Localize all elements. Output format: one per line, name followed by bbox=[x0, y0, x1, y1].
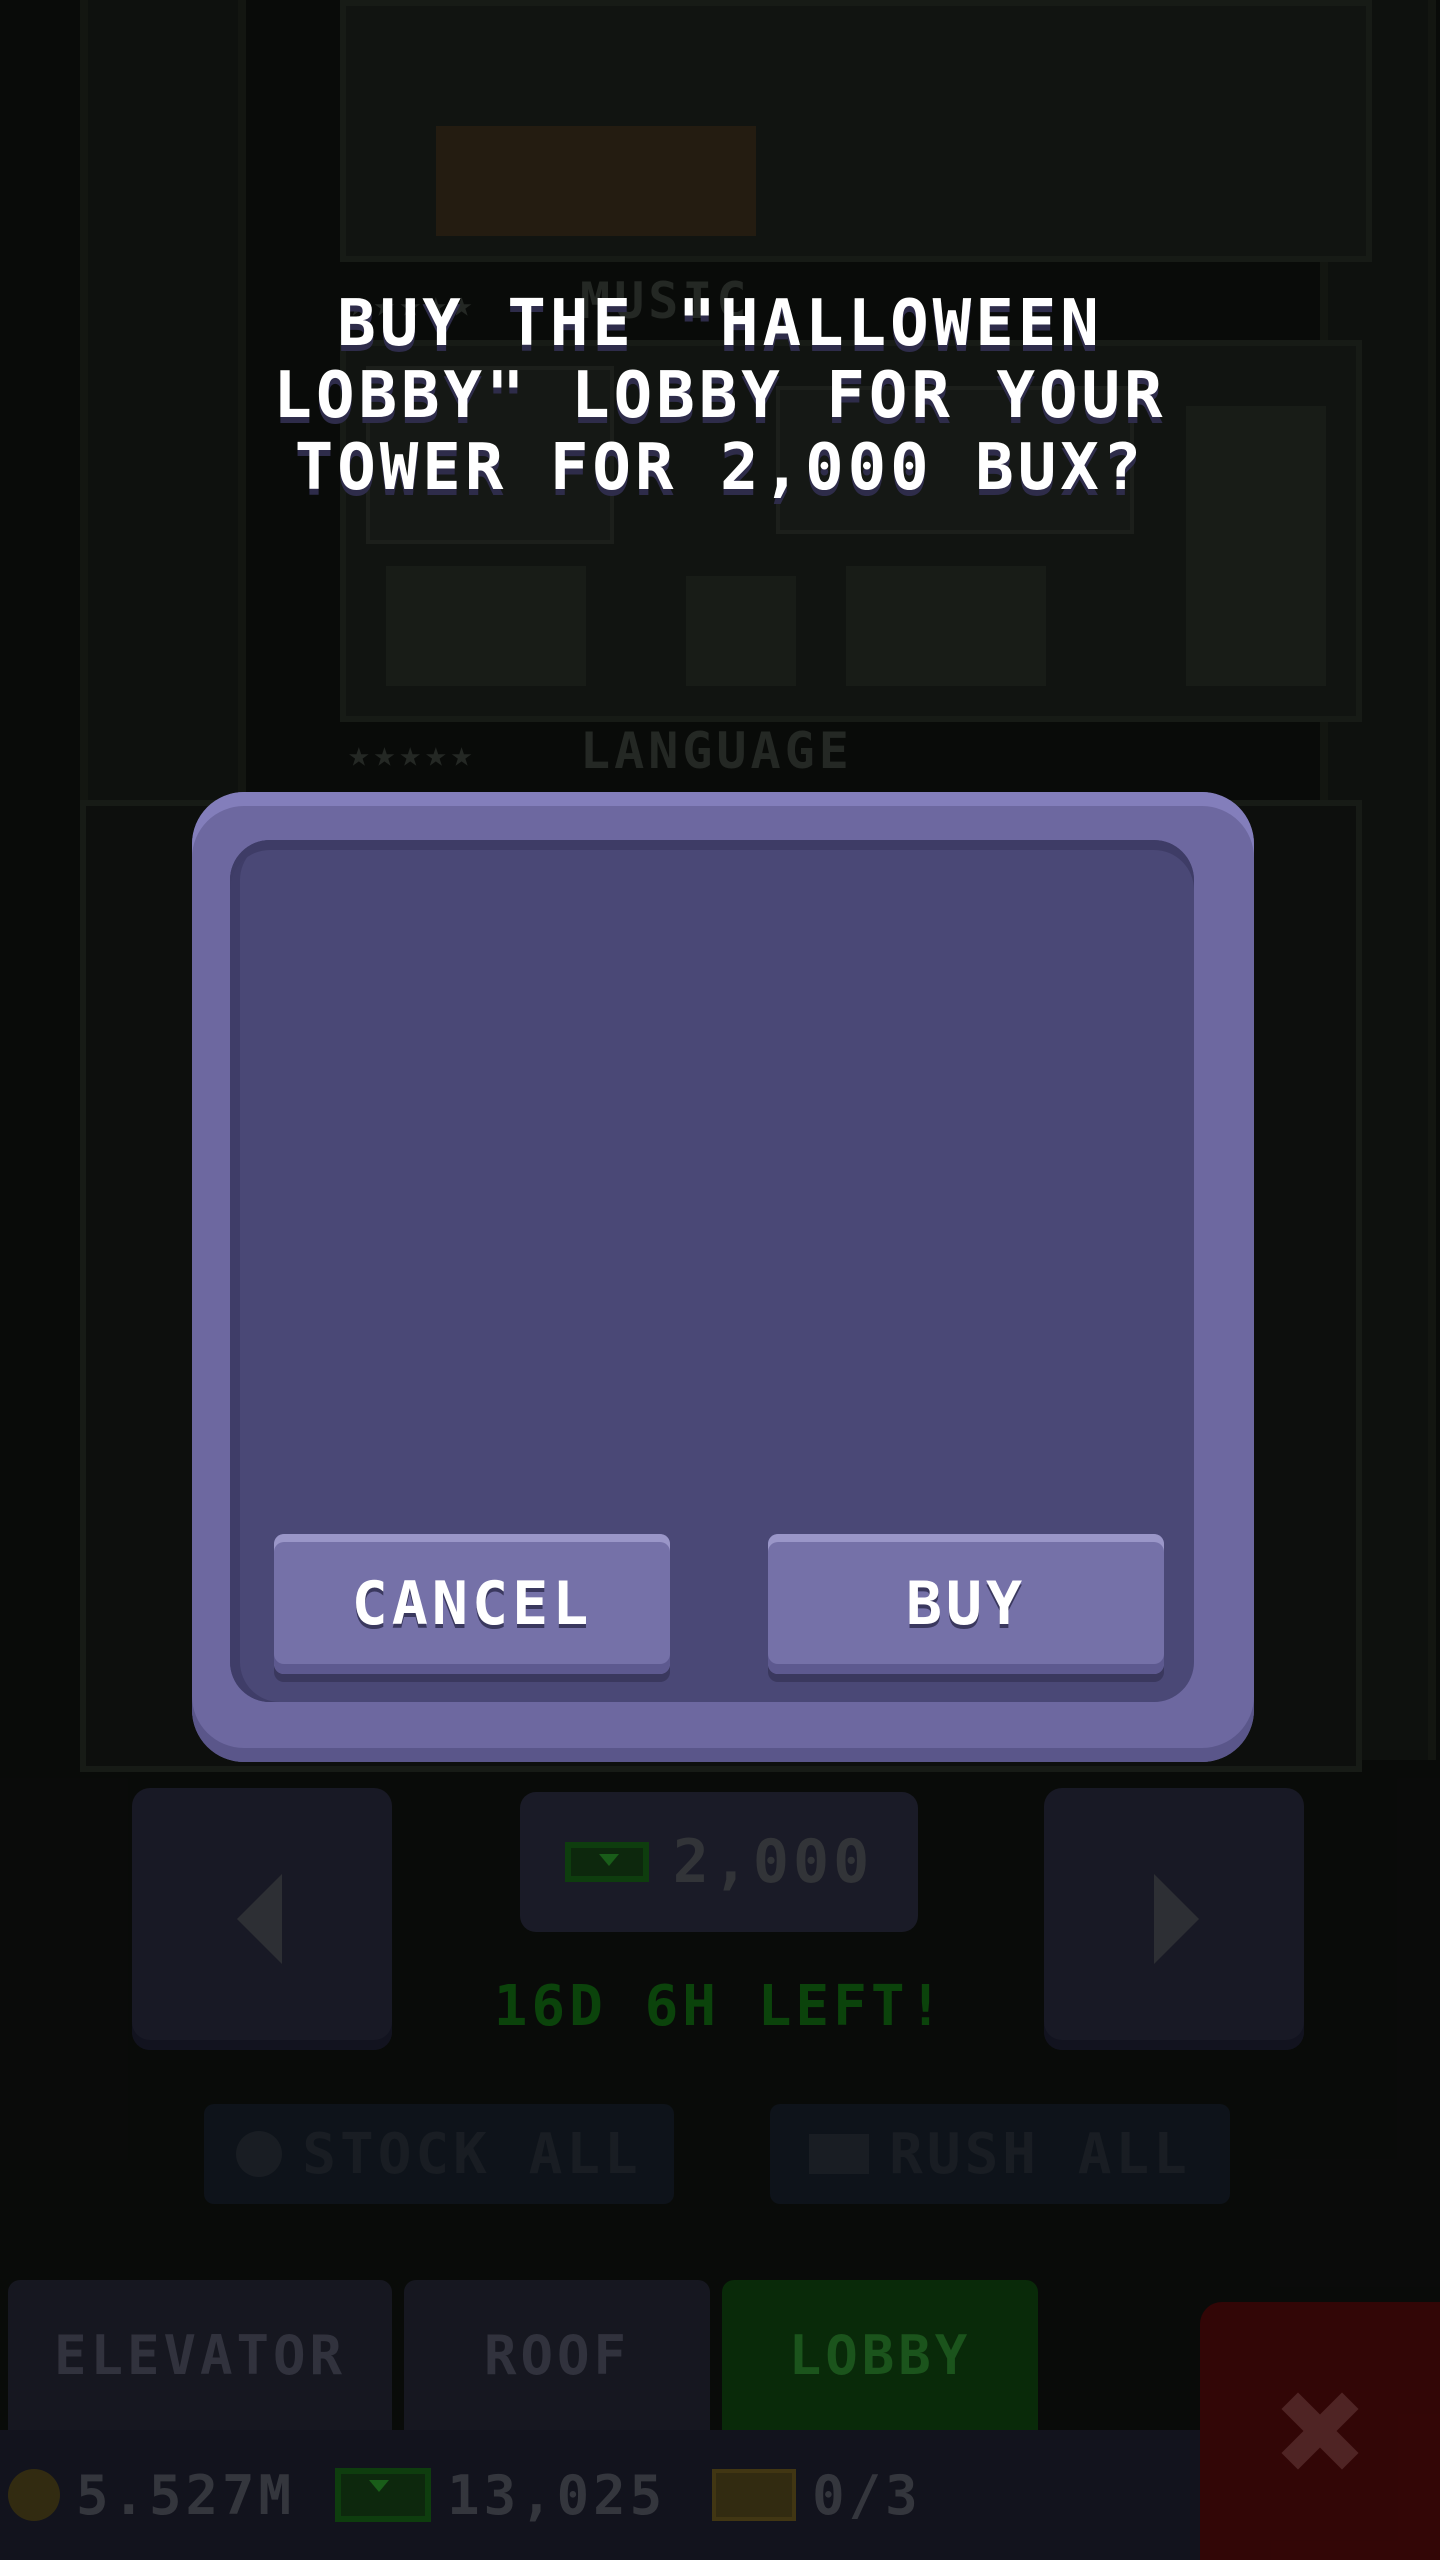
buy-button[interactable]: BUY bbox=[768, 1534, 1164, 1674]
cancel-button[interactable]: CANCEL bbox=[274, 1534, 670, 1674]
dialog-message: BUY THE "HALLOWEEN LOBBY" LOBBY FOR YOUR… bbox=[273, 287, 1167, 505]
